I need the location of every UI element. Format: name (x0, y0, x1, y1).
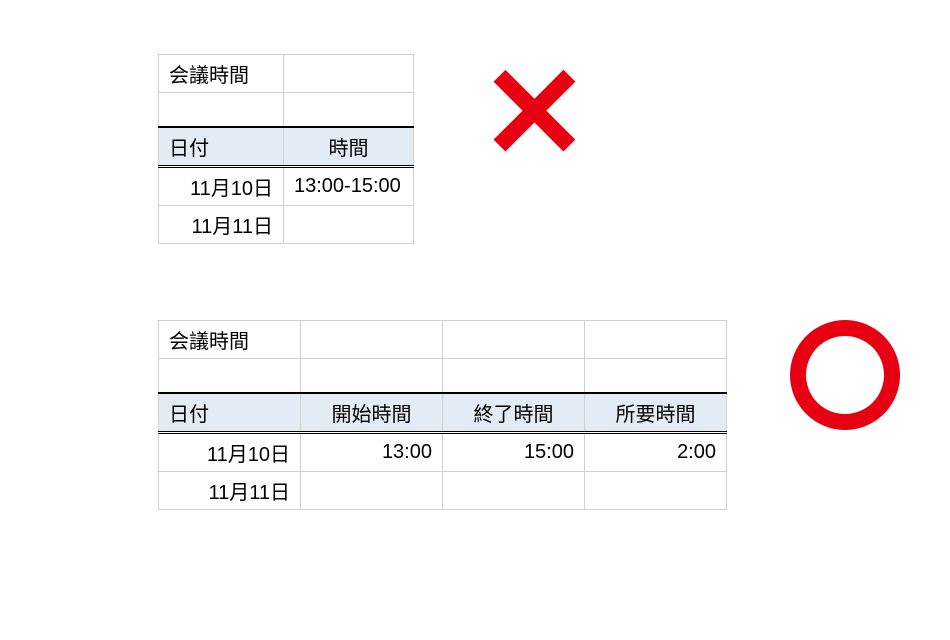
empty-cell (284, 93, 414, 127)
title-row: 会議時間 (159, 55, 414, 93)
empty-cell (301, 321, 443, 359)
header-date: 日付 (159, 393, 301, 433)
good-example-table: 会議時間 日付 開始時間 終了時間 所要時間 11月10日 13:00 15:0… (158, 320, 727, 510)
cell-end (443, 471, 585, 509)
bad-example-table: 会議時間 日付 時間 11月10日 13:00-15:00 11月11日 (158, 54, 414, 244)
cell-date: 11月10日 (159, 166, 284, 205)
header-end: 終了時間 (443, 393, 585, 433)
cell-start: 13:00 (301, 432, 443, 471)
table-row: 11月10日 13:00 15:00 2:00 (159, 432, 727, 471)
cell-date: 11月10日 (159, 432, 301, 471)
cell-date: 11月11日 (159, 471, 301, 509)
header-time: 時間 (284, 127, 414, 167)
empty-cell (159, 359, 301, 393)
cell-end: 15:00 (443, 432, 585, 471)
table-title: 会議時間 (159, 55, 284, 93)
empty-row (159, 359, 727, 393)
table-row: 11月10日 13:00-15:00 (159, 166, 414, 205)
empty-cell (301, 359, 443, 393)
table-row: 11月11日 (159, 205, 414, 243)
header-date: 日付 (159, 127, 284, 167)
header-duration: 所要時間 (585, 393, 727, 433)
cell-start (301, 471, 443, 509)
circle-icon (790, 320, 900, 430)
cell-time: 13:00-15:00 (284, 166, 414, 205)
empty-row (159, 93, 414, 127)
header-row: 日付 開始時間 終了時間 所要時間 (159, 393, 727, 433)
title-row: 会議時間 (159, 321, 727, 359)
table-title: 会議時間 (159, 321, 301, 359)
header-start: 開始時間 (301, 393, 443, 433)
good-example-block: 会議時間 日付 開始時間 終了時間 所要時間 11月10日 13:00 15:0… (158, 320, 727, 510)
empty-cell (585, 321, 727, 359)
cell-duration (585, 471, 727, 509)
cross-icon: ✕ (480, 48, 589, 178)
empty-cell (443, 359, 585, 393)
empty-cell (159, 93, 284, 127)
empty-cell (284, 55, 414, 93)
bad-example-block: 会議時間 日付 時間 11月10日 13:00-15:00 11月11日 (158, 54, 414, 244)
cell-time (284, 205, 414, 243)
table-row: 11月11日 (159, 471, 727, 509)
empty-cell (443, 321, 585, 359)
header-row: 日付 時間 (159, 127, 414, 167)
cell-date: 11月11日 (159, 205, 284, 243)
cell-duration: 2:00 (585, 432, 727, 471)
empty-cell (585, 359, 727, 393)
